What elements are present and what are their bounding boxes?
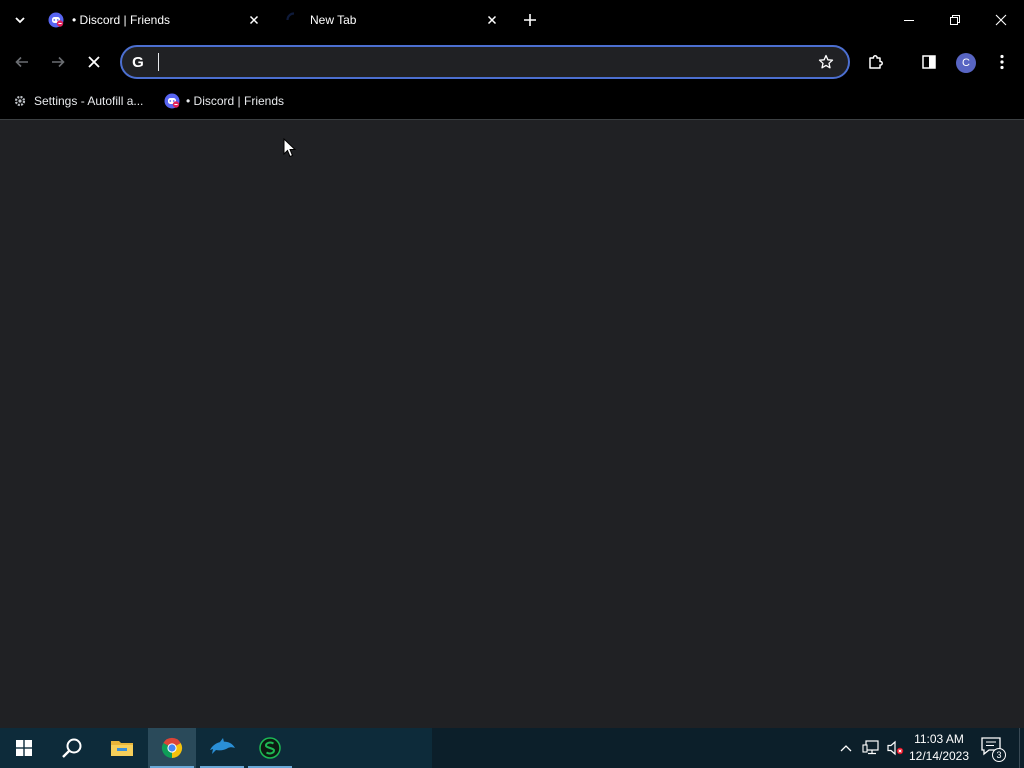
star-icon <box>818 54 834 69</box>
bookmark-discord-friends[interactable]: • Discord | Friends <box>160 90 288 112</box>
clock-time: 11:03 AM <box>914 732 964 746</box>
discord-icon <box>164 93 180 109</box>
dolphin-app-button[interactable] <box>198 728 246 768</box>
menu-button[interactable] <box>988 48 1016 76</box>
tab-discord[interactable]: • Discord | Friends <box>40 4 270 36</box>
tab-title: • Discord | Friends <box>72 13 171 27</box>
show-hidden-icons-button[interactable] <box>836 728 856 768</box>
puzzle-icon <box>869 55 883 69</box>
file-explorer-button[interactable] <box>98 728 146 768</box>
network-icon <box>862 740 879 755</box>
close-window-button[interactable] <box>978 0 1024 40</box>
arrow-right-icon <box>52 56 65 68</box>
plus-icon <box>524 14 536 26</box>
green-app-button[interactable] <box>246 728 294 768</box>
chevron-down-icon <box>15 17 25 24</box>
back-button[interactable] <box>8 48 36 76</box>
close-icon <box>487 15 497 25</box>
action-center-button[interactable]: 3 <box>980 736 1006 762</box>
side-panel-icon <box>922 55 936 69</box>
discord-icon <box>48 12 64 28</box>
taskbar: 11:03 AM 12/14/2023 3 <box>0 728 1024 768</box>
page-content <box>0 121 1024 728</box>
windows-icon <box>16 740 32 756</box>
chevron-up-icon <box>840 745 852 752</box>
show-desktop-button[interactable] <box>1019 728 1024 768</box>
start-button[interactable] <box>0 728 48 768</box>
bookmark-settings-autofill[interactable]: Settings - Autofill a... <box>8 90 147 112</box>
toolbar: G C <box>0 41 1024 84</box>
chrome-taskbar-button[interactable] <box>148 728 196 768</box>
volume-button[interactable] <box>884 728 906 768</box>
minimize-button[interactable] <box>886 0 932 40</box>
tab-search-button[interactable] <box>8 8 32 32</box>
app-logo-icon <box>259 737 281 759</box>
google-icon: G <box>132 53 144 71</box>
mouse-cursor-icon <box>283 138 297 158</box>
new-tab-button[interactable] <box>520 10 540 30</box>
clock-date: 12/14/2023 <box>908 749 970 763</box>
loading-spinner-icon <box>286 12 295 21</box>
restore-button[interactable] <box>932 0 978 40</box>
gear-icon <box>12 93 28 109</box>
close-tab-button[interactable] <box>246 12 262 28</box>
close-icon <box>88 56 100 68</box>
browser-window: • Discord | Friends New Tab G C Settings… <box>0 0 1024 728</box>
close-icon <box>995 14 1007 26</box>
close-tab-button[interactable] <box>484 12 500 28</box>
close-icon <box>249 15 259 25</box>
text-caret <box>158 53 159 71</box>
notification-count-badge: 3 <box>992 748 1006 762</box>
extensions-button[interactable] <box>862 48 890 76</box>
restore-icon <box>950 15 960 25</box>
chrome-icon <box>161 737 183 759</box>
search-button[interactable] <box>48 728 96 768</box>
tab-new-tab[interactable]: New Tab <box>278 4 508 36</box>
stop-loading-button[interactable] <box>80 48 108 76</box>
bookmark-label: Settings - Autofill a... <box>34 94 144 108</box>
more-vertical-icon <box>1000 54 1004 70</box>
tab-strip: • Discord | Friends New Tab <box>0 0 1024 41</box>
forward-button[interactable] <box>44 48 72 76</box>
bookmarks-bar: Settings - Autofill a... • Discord | Fri… <box>0 84 1024 120</box>
side-panel-button[interactable] <box>915 48 943 76</box>
bookmark-star-button[interactable] <box>816 52 836 72</box>
system-clock[interactable]: 11:03 AM 12/14/2023 <box>906 731 972 765</box>
speaker-muted-icon <box>887 740 904 756</box>
dolphin-icon <box>210 738 235 754</box>
minimize-icon <box>904 20 914 21</box>
network-status-button[interactable] <box>860 728 882 768</box>
folder-icon <box>111 741 133 756</box>
bookmark-label: • Discord | Friends <box>186 94 285 108</box>
profile-avatar[interactable]: C <box>956 53 976 73</box>
search-icon <box>62 738 82 758</box>
address-bar[interactable]: G <box>120 45 850 79</box>
address-input[interactable] <box>156 52 796 72</box>
arrow-left-icon <box>15 56 28 68</box>
tab-title: New Tab <box>310 13 357 27</box>
